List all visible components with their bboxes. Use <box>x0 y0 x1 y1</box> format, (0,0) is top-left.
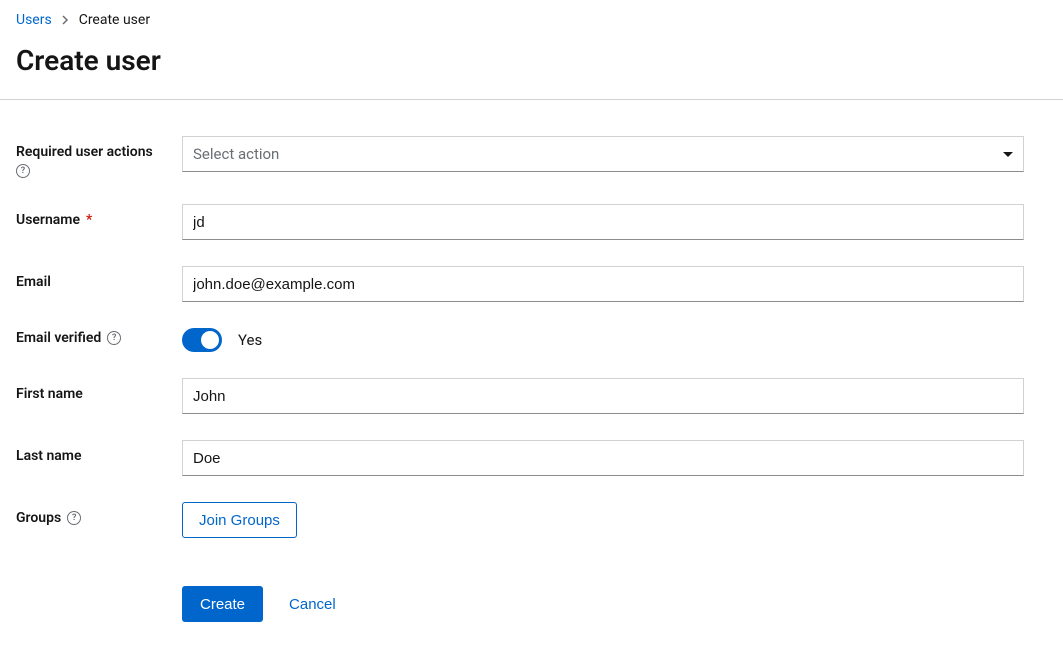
help-icon[interactable]: ? <box>67 511 81 525</box>
field-email-verified: Email verified ? Yes <box>16 328 1024 352</box>
label-email: Email <box>16 266 182 290</box>
join-groups-button[interactable]: Join Groups <box>182 502 297 538</box>
label-email-verified: Email verified ? <box>16 328 182 346</box>
breadcrumb-link-users[interactable]: Users <box>16 12 52 28</box>
email-input[interactable] <box>182 266 1024 302</box>
label-first-name: First name <box>16 378 182 402</box>
breadcrumb-current: Create user <box>79 12 150 28</box>
field-last-name: Last name <box>16 440 1024 476</box>
page-header: Users Create user Create user <box>0 0 1063 100</box>
caret-down-icon <box>1003 152 1013 157</box>
create-user-form: Required user actions ? Select action Us… <box>0 100 1040 658</box>
username-input[interactable] <box>182 204 1024 240</box>
first-name-input[interactable] <box>182 378 1024 414</box>
label-username: Username * <box>16 204 182 228</box>
toggle-knob <box>201 331 219 349</box>
field-first-name: First name <box>16 378 1024 414</box>
page-title: Create user <box>16 44 1047 77</box>
create-button[interactable]: Create <box>182 586 263 622</box>
breadcrumb: Users Create user <box>16 12 1047 28</box>
field-email: Email <box>16 266 1024 302</box>
required-user-actions-select[interactable]: Select action <box>182 136 1024 172</box>
last-name-input[interactable] <box>182 440 1024 476</box>
field-username: Username * <box>16 204 1024 240</box>
chevron-right-icon <box>62 15 69 25</box>
field-required-user-actions: Required user actions ? Select action <box>16 136 1024 178</box>
help-icon[interactable]: ? <box>16 164 30 178</box>
label-groups: Groups ? <box>16 502 182 526</box>
label-required-user-actions: Required user actions ? <box>16 136 182 178</box>
field-groups: Groups ? Join Groups <box>16 502 1024 538</box>
email-verified-toggle[interactable] <box>182 328 222 352</box>
cancel-button[interactable]: Cancel <box>289 596 336 613</box>
select-placeholder: Select action <box>193 145 279 163</box>
label-last-name: Last name <box>16 440 182 464</box>
help-icon[interactable]: ? <box>107 331 121 345</box>
required-indicator: * <box>86 212 92 228</box>
form-actions: Create Cancel <box>182 586 1024 622</box>
toggle-state-label: Yes <box>238 331 262 349</box>
